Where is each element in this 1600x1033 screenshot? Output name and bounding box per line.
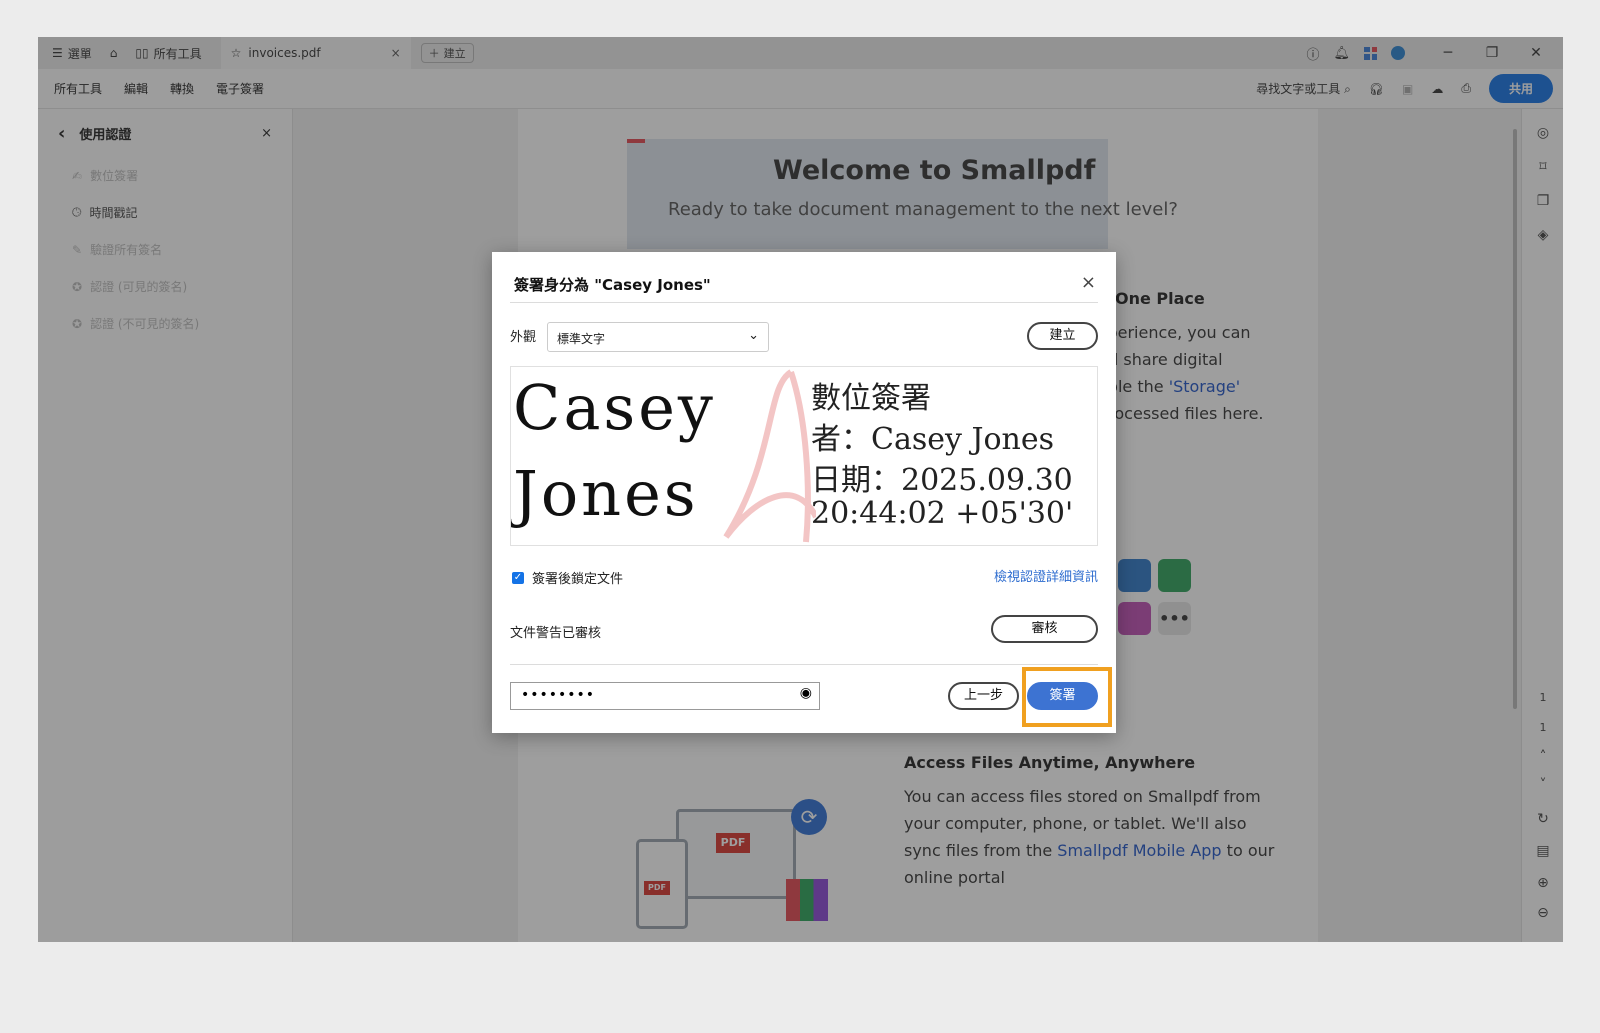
highlight-box [1022, 667, 1112, 727]
signature-info-line: 者：Casey Jones [811, 422, 1055, 457]
appearance-label: 外觀 [510, 330, 537, 345]
dialog-title: 簽署身分為 "Casey Jones" [514, 276, 711, 294]
review-button[interactable]: 審核 [991, 615, 1098, 643]
signature-name-line2: Jones [513, 457, 699, 530]
lock-document-row[interactable]: ✓ 簽署後鎖定文件 [512, 568, 623, 587]
chevron-down-icon: ⌄ [748, 328, 759, 343]
eye-icon[interactable]: ◉ [800, 685, 813, 701]
appearance-select[interactable]: 標準文字 ⌄ [547, 322, 769, 352]
signature-info-line: 日期：2025.09.30 [811, 463, 1073, 498]
signature-info-line: 20:44:02 +05'30' [811, 496, 1074, 531]
password-field[interactable]: •••••••• ◉ [510, 682, 820, 710]
divider [510, 664, 1098, 665]
acrobat-logo-watermark [723, 369, 816, 543]
lock-checkbox[interactable]: ✓ [512, 571, 524, 584]
signature-info-line: 數位簽署 [811, 381, 931, 416]
dialog-close-button[interactable]: × [1081, 272, 1096, 293]
warnings-label: 文件警告已審核 [510, 626, 602, 641]
sign-dialog: 簽署身分為 "Casey Jones" × 外觀 標準文字 ⌄ 建立 Casey… [492, 252, 1116, 733]
create-appearance-button[interactable]: 建立 [1027, 322, 1098, 350]
divider [510, 302, 1098, 303]
appearance-value: 標準文字 [557, 332, 606, 346]
view-certificate-link[interactable]: 檢視認證詳細資訊 [994, 566, 1098, 585]
back-button[interactable]: 上一步 [948, 682, 1019, 710]
signature-name-line1: Casey [513, 371, 716, 444]
signature-preview: Casey Jones 數位簽署 者：Casey Jones 日期：2025.0… [510, 366, 1098, 546]
lock-label: 簽署後鎖定文件 [532, 572, 624, 587]
password-value: •••••••• [521, 687, 596, 703]
